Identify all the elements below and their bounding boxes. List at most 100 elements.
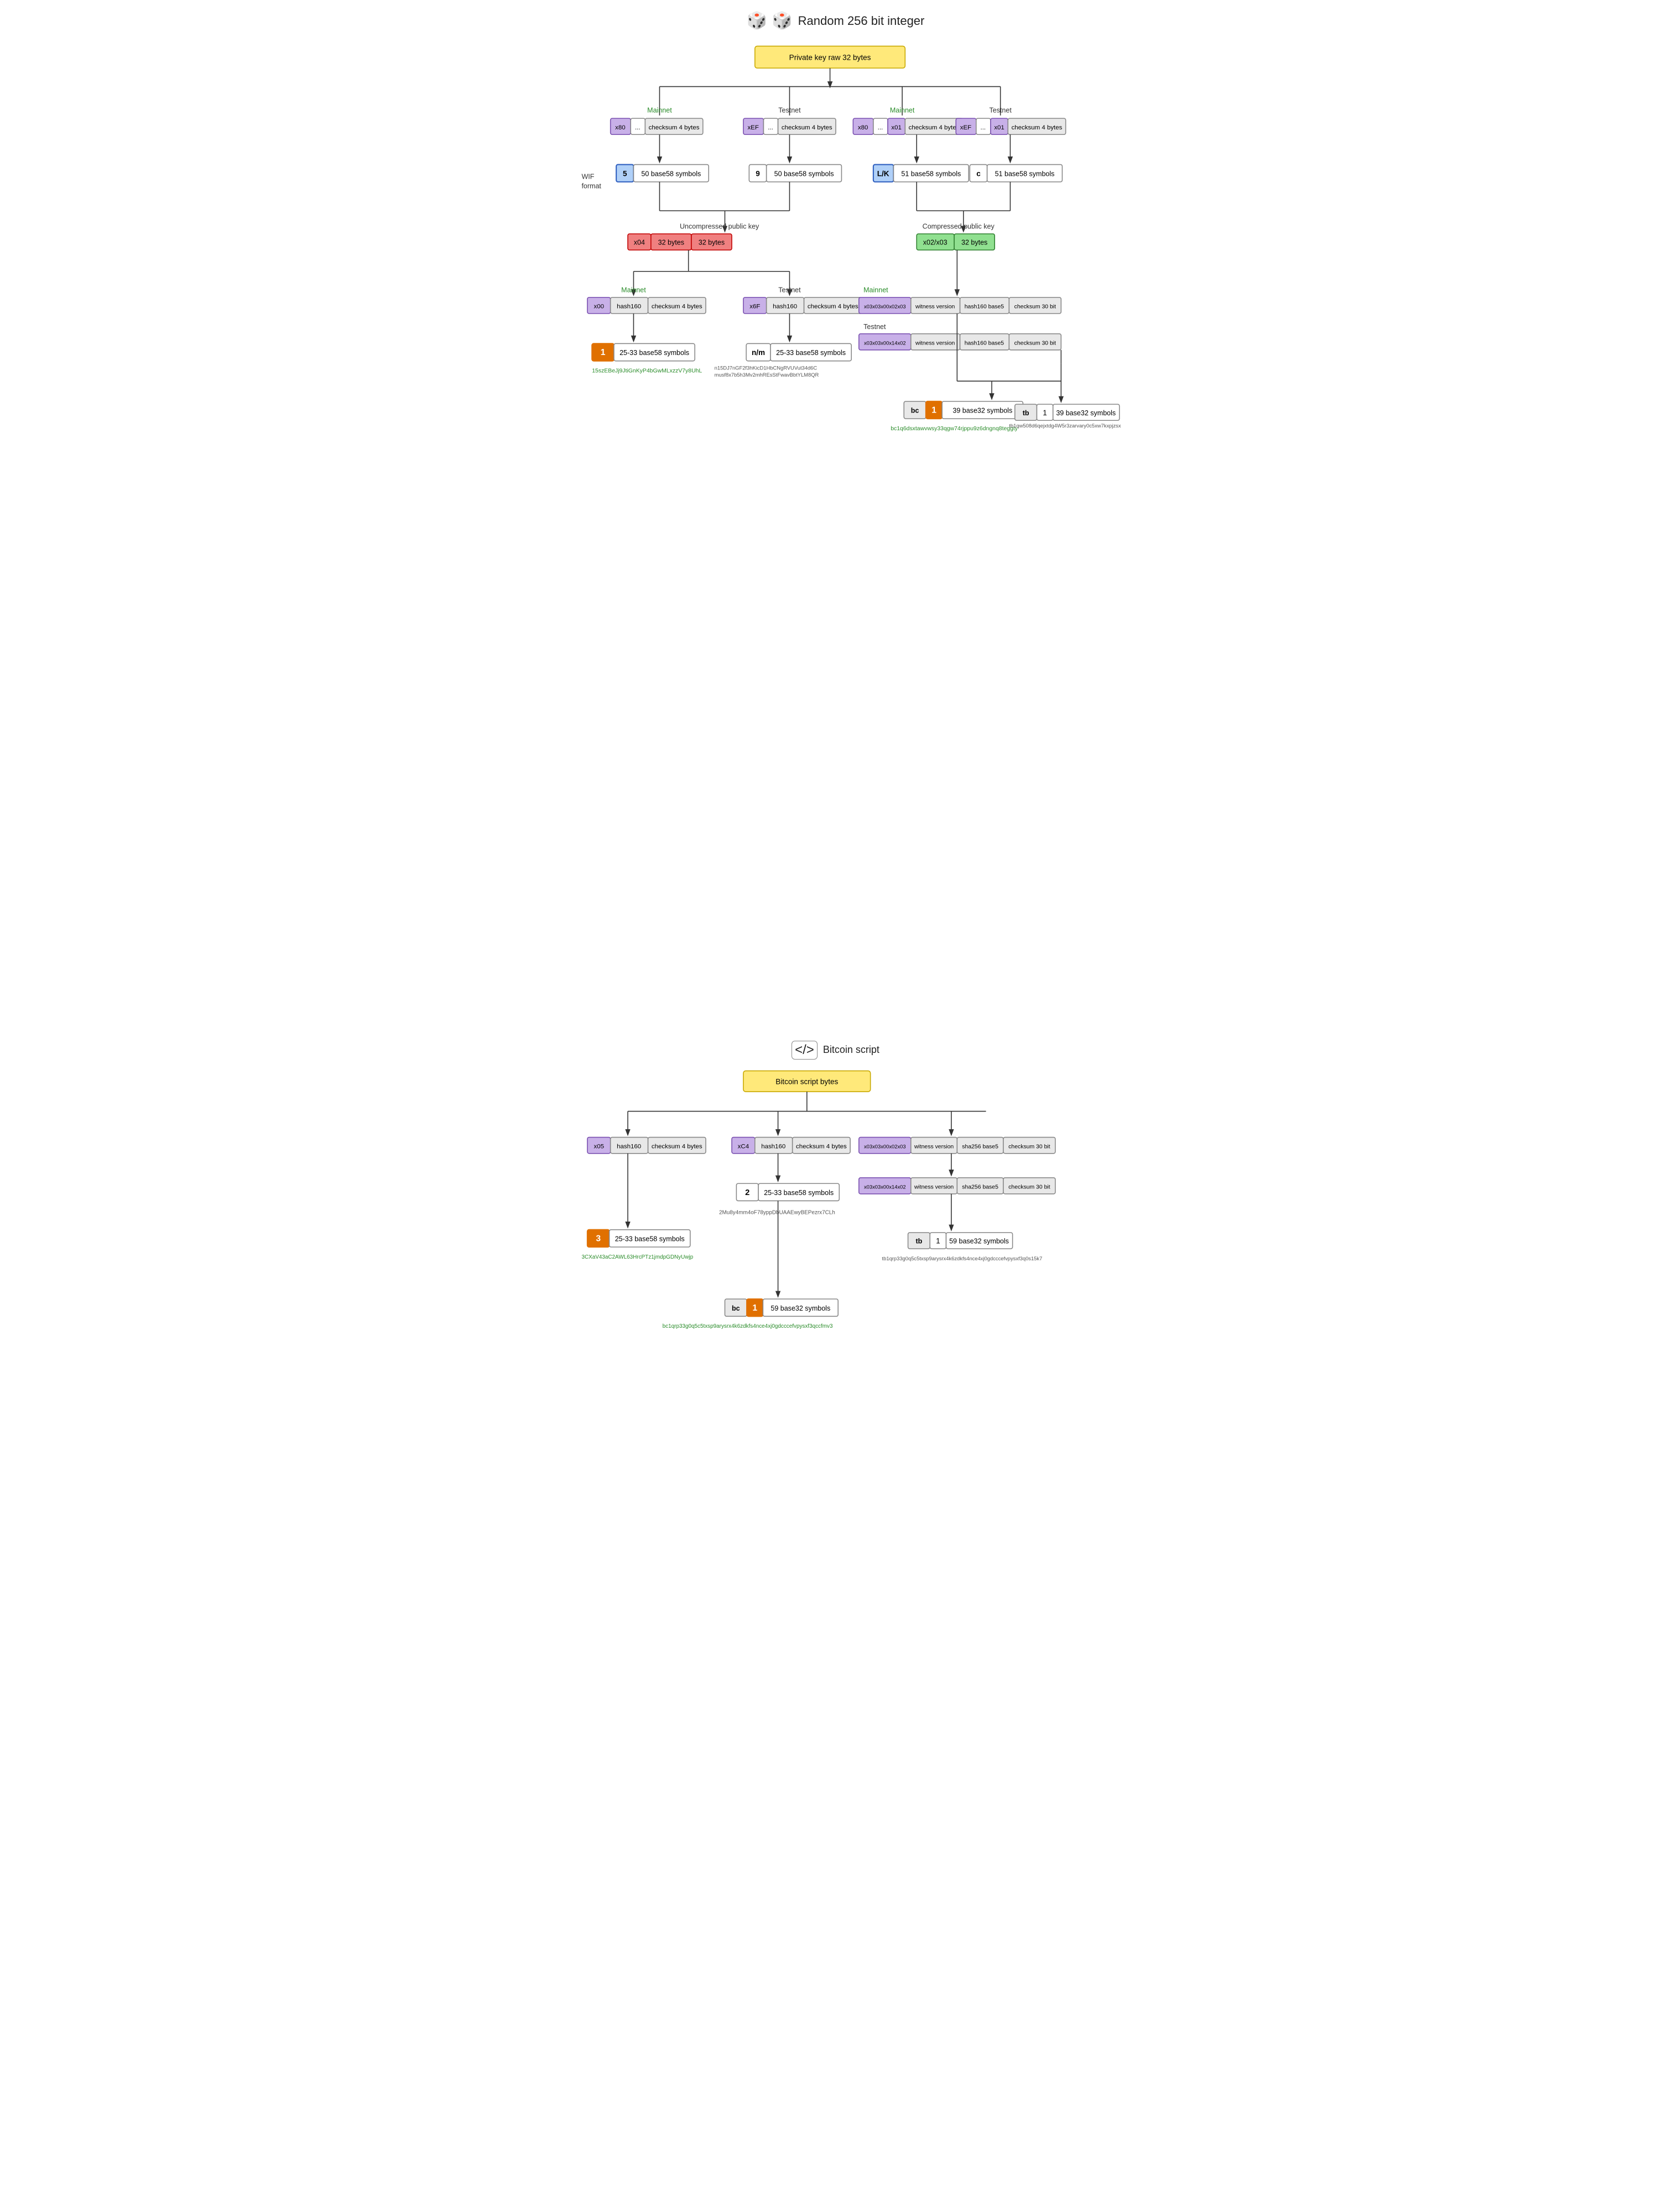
- hash160-2: hash160: [773, 304, 797, 310]
- script-bc-1: 1: [752, 1303, 757, 1312]
- comp-pubkey-label: Compressed public key: [922, 222, 995, 230]
- checksum-2: checksum 4 bytes: [807, 304, 858, 310]
- base58-25-33-xC4: 25-33 base58 symbols: [764, 1189, 834, 1197]
- tb-label: tb: [1022, 409, 1029, 417]
- wif-51-1: 51 base58 symbols: [901, 170, 961, 178]
- bech32-mainnet-label: Mainnet: [863, 286, 888, 294]
- script-59-base32-tb: 59 base32 symbols: [949, 1237, 1009, 1245]
- wif-x01-1: x01: [891, 124, 901, 131]
- x04-box: x04: [633, 239, 644, 247]
- script-tb-label: tb: [915, 1237, 922, 1245]
- xC4-box: xC4: [737, 1143, 749, 1150]
- bech32-hash160-1: hash160 base5: [964, 304, 1004, 310]
- checksum-xC4: checksum 4 bytes: [795, 1143, 846, 1150]
- wif-format-label2: format: [581, 182, 601, 190]
- bech32-mainnet-addr: bc1q6dsxtawvwsy33qgw74rjppu9z6dngnq8tegg…: [891, 426, 1018, 432]
- wif-x01-2: x01: [994, 124, 1004, 131]
- script-59-base32-bc: 59 base32 symbols: [771, 1304, 830, 1312]
- wif-checksum-3: checksum 4 bytes: [908, 124, 959, 131]
- bech32-1-label: 1: [931, 406, 936, 415]
- bitcoin-script-label: Bitcoin script: [823, 1044, 879, 1056]
- x05-box: x05: [594, 1143, 604, 1150]
- x6F-box: x6F: [749, 304, 760, 310]
- script-sha256-2: sha256 base5: [962, 1184, 998, 1190]
- base58-25-33-2: 25-33 base58 symbols: [776, 349, 846, 357]
- script-bc-addr: bc1qrp33g0q5c5txsp9arysrx4k6zdkfs4nce4xj…: [662, 1323, 832, 1329]
- wif-5: 5: [623, 169, 627, 178]
- bech32-checksum-2: checksum 30 bit: [1014, 340, 1056, 346]
- script-bech32-prefix-1: x03x03x00x02x03: [863, 1143, 905, 1149]
- bc-label: bc: [910, 407, 919, 415]
- dice-icon: 🎲 🎲: [747, 11, 793, 30]
- xC4-addr: 2Mu8y4mm4oF78yppDbUAAEwyBEPezrx7CLh: [719, 1209, 835, 1215]
- p2pkh-mainnet-addr: 15szEBeJj9JtiGnKyP4bGwMLxzzV7y8UhL: [592, 368, 702, 374]
- addr-nm-label: n/m: [751, 348, 764, 357]
- hash160-xC4: hash160: [761, 1143, 785, 1150]
- wif-testnet-label-1: Testnet: [778, 107, 801, 114]
- wif-format-label: WIF: [581, 173, 594, 181]
- checksum-p2sh: checksum 4 bytes: [651, 1143, 702, 1150]
- wif-c: c: [976, 169, 981, 178]
- wif-50-1: 50 base58 symbols: [641, 170, 701, 178]
- bech32-testnet-addr: tb1qw508d6qejxtdg4W5r3zarvary0c5xw7kxpjz…: [1009, 422, 1121, 429]
- wif-51-2: 51 base58 symbols: [995, 170, 1054, 178]
- wif-checksum-4: checksum 4 bytes: [1011, 124, 1062, 131]
- wif-dots-2: ...: [768, 124, 773, 131]
- private-key-label: Private key raw 32 bytes: [789, 54, 871, 62]
- wif-xEF-2: xEF: [960, 124, 971, 131]
- script-tb-addr: tb1qrp33g0q5c5txsp9arysrx4k6zdkfs4nce4xj…: [882, 1255, 1042, 1261]
- p2pkh-testnet-addr-1: n15DJ7nGF2f3hKicD1HbCNgRVUVut34d6C: [714, 364, 817, 371]
- wif-x80-1: x80: [615, 124, 626, 131]
- base58-25-33-1: 25-33 base58 symbols: [620, 349, 689, 357]
- wif-9: 9: [756, 169, 760, 178]
- script-checksum-2: checksum 30 bit: [1008, 1184, 1050, 1190]
- script-tb-1: 1: [936, 1237, 940, 1245]
- bech32-prefix-testnet: x03x03x00x14x02: [863, 340, 905, 346]
- p2sh-mainnet-addr: 3CXaV43aC2AWL63HrcPTz1jmdpGDNyUwjp: [581, 1254, 693, 1260]
- addr-1-label: 1: [600, 348, 605, 357]
- script-bech32-prefix-2: x03x03x00x14x02: [863, 1183, 905, 1190]
- addr-3-label: 3: [596, 1234, 601, 1243]
- hash160-p2sh: hash160: [617, 1143, 641, 1150]
- base58-25-33-p2sh: 25-33 base58 symbols: [615, 1235, 684, 1243]
- p2pkh-mainnet-label: Mainnet: [621, 286, 646, 294]
- bech32-hash160-2: hash160 base5: [964, 340, 1004, 346]
- x02x03-box: x02/x03: [923, 239, 947, 247]
- bitcoin-script-section-title: </> Bitcoin script: [576, 1041, 1096, 1060]
- comp-32: 32 bytes: [961, 239, 987, 247]
- uncomp-pubkey-label: Uncompressed public key: [680, 222, 759, 230]
- base32-39-1: 39 base32 symbols: [952, 407, 1012, 415]
- wif-mainnet-label-2: Mainnet: [889, 107, 914, 114]
- hash160-1: hash160: [617, 304, 641, 310]
- bitcoin-script-diagram: Bitcoin script bytes x05 hash160 checksu…: [576, 1065, 1096, 1642]
- main-diagram: Private key raw 32 bytes Mainnet Testnet…: [576, 40, 1096, 1022]
- script-icon: </>: [792, 1041, 818, 1060]
- wif-dots-4: ...: [980, 124, 986, 131]
- bech32-1-tb: 1: [1043, 409, 1047, 417]
- script-witness-2: witness version: [913, 1184, 954, 1190]
- p2pkh-testnet-label: Testnet: [778, 286, 801, 294]
- bech32-checksum-1: checksum 30 bit: [1014, 304, 1056, 310]
- bech32-witness-2: witness version: [914, 340, 955, 346]
- script-bytes-label: Bitcoin script bytes: [775, 1077, 838, 1086]
- bech32-witness-1: witness version: [914, 304, 955, 310]
- wif-dots-1: ...: [634, 124, 640, 131]
- page-title: Random 256 bit integer: [798, 14, 925, 28]
- wif-x80-2: x80: [857, 124, 868, 131]
- checksum-1: checksum 4 bytes: [651, 304, 702, 310]
- uncomp-32-1: 32 bytes: [658, 239, 684, 247]
- script-sha256-1: sha256 base5: [962, 1144, 998, 1150]
- bech32-testnet-label: Testnet: [863, 323, 886, 331]
- wif-mainnet-label-1: Mainnet: [647, 107, 672, 114]
- script-checksum-1: checksum 30 bit: [1008, 1144, 1050, 1150]
- page-header: 🎲 🎲 Random 256 bit integer: [576, 11, 1096, 30]
- wif-testnet-label-2: Testnet: [989, 107, 1012, 114]
- wif-50-2: 50 base58 symbols: [774, 170, 834, 178]
- x00-box: x00: [594, 304, 604, 310]
- wif-checksum-1: checksum 4 bytes: [648, 124, 699, 131]
- wif-LK: L/K: [877, 169, 889, 178]
- wif-xEF-1: xEF: [747, 124, 758, 131]
- wif-checksum-2: checksum 4 bytes: [781, 124, 832, 131]
- wif-dots-3: ...: [877, 124, 883, 131]
- addr-2-label: 2: [745, 1188, 749, 1197]
